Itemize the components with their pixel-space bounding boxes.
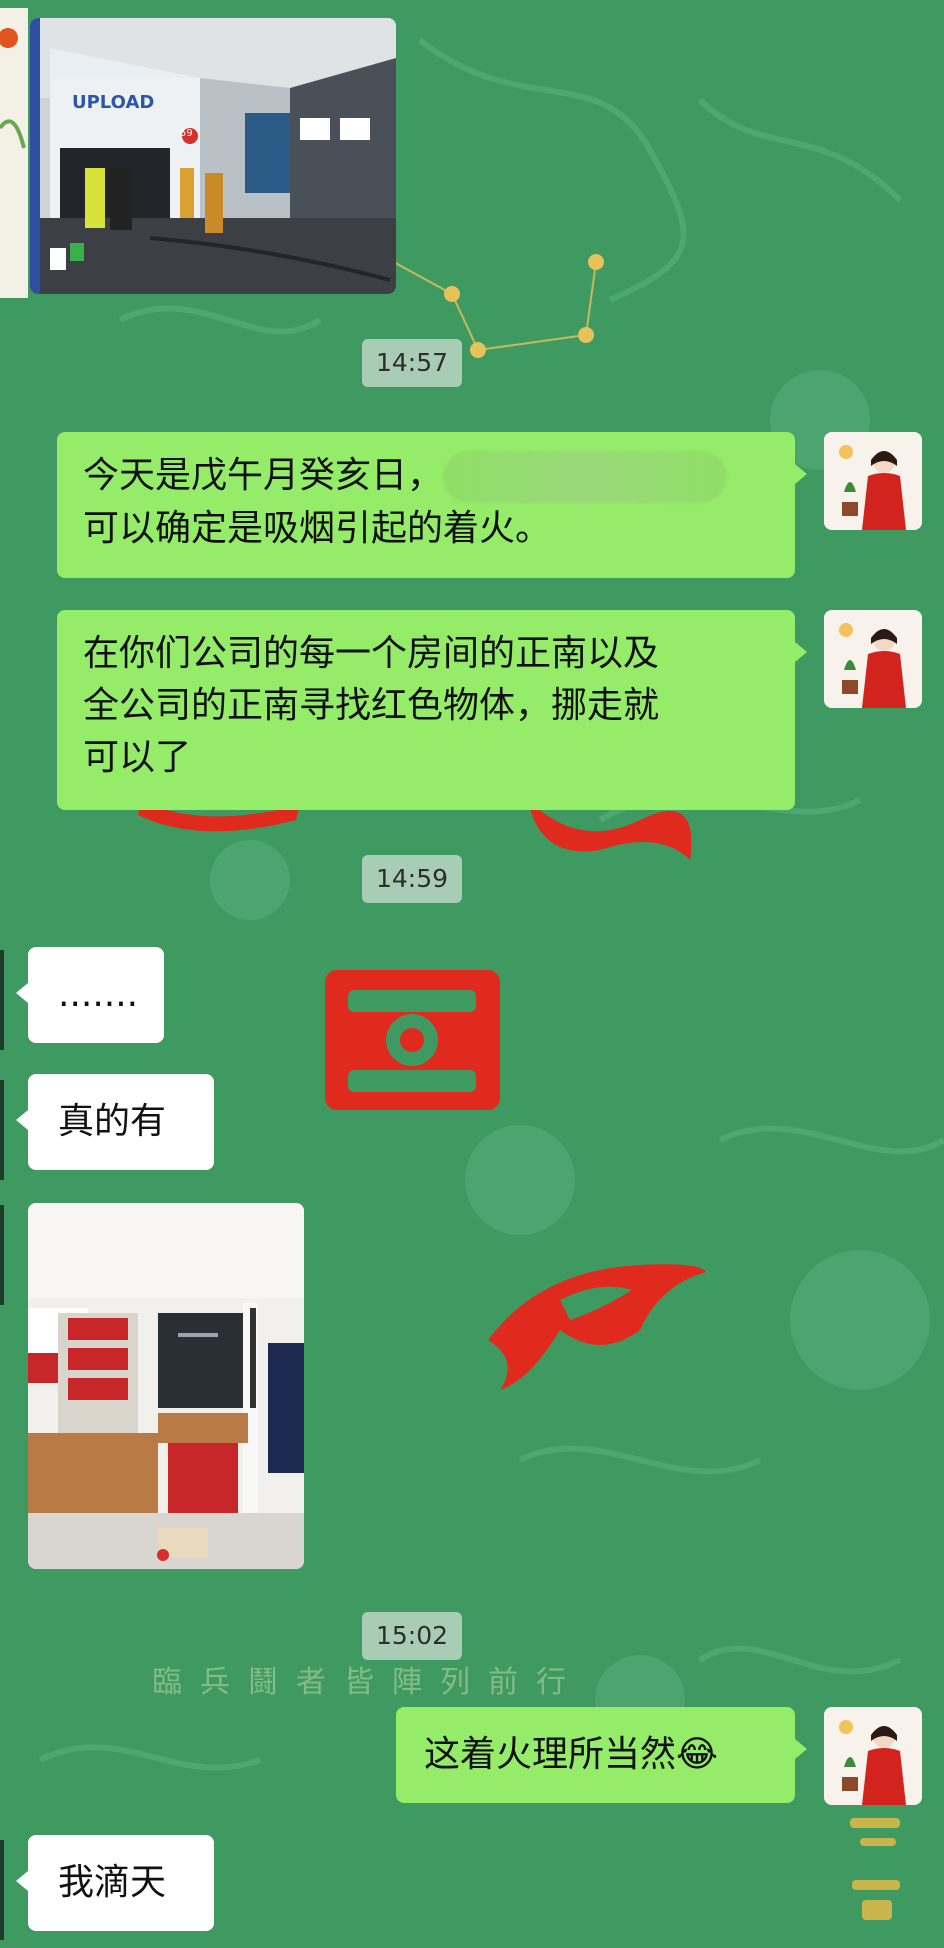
self-avatar[interactable] [824, 610, 922, 708]
message-text: ....... [58, 974, 139, 1015]
message-line: 全公司的正南寻找红色物体，挪走就 [83, 685, 660, 726]
sent-message-bubble[interactable]: 在你们公司的每一个房间的正南以及 全公司的正南寻找红色物体，挪走就 可以了 [57, 610, 807, 810]
timestamp: 14:59 [362, 855, 462, 903]
wallpaper-poem: 臨兵鬪者皆陣列前行 [152, 1665, 584, 1700]
received-message-bubble[interactable]: 我滴天 [16, 1835, 214, 1931]
shared-photo-warehouse[interactable] [28, 1203, 304, 1569]
self-avatar[interactable] [824, 432, 922, 530]
photo-fire-scene-image [30, 18, 396, 294]
message-line: 今天是戊午月癸亥日， [83, 450, 769, 503]
received-avatar-edge [0, 1840, 4, 1940]
received-avatar-edge [0, 1205, 4, 1305]
avatar-woman-in-red-icon [824, 432, 922, 530]
shared-photo-fire-scene[interactable]: UPLOAD 59 [30, 18, 396, 294]
message-text: 真的有 [58, 1101, 167, 1142]
message-text: 我滴天 [58, 1862, 167, 1903]
received-message-bubble[interactable]: 真的有 [16, 1074, 214, 1170]
message-text: 今天是戊午月癸亥日， [83, 455, 444, 496]
left-partial-image [0, 8, 28, 298]
received-avatar-edge [0, 1080, 4, 1180]
message-line: 在你们公司的每一个房间的正南以及 [83, 633, 660, 674]
badge-59: 59 [180, 128, 193, 139]
redacted-text-blur [443, 451, 728, 503]
avatar-woman-in-red-icon [824, 1707, 922, 1805]
sent-message-bubble[interactable]: 今天是戊午月癸亥日， 可以确定是吸烟引起的着火。 [57, 432, 807, 578]
message-text: 这着火理所当然😂 [424, 1734, 719, 1775]
received-avatar-edge [0, 950, 4, 1050]
photo-warehouse-image [28, 1203, 304, 1569]
decor-sticker-icon [0, 28, 26, 149]
avatar-woman-in-red-icon [824, 610, 922, 708]
received-message-bubble[interactable]: ....... [16, 947, 164, 1043]
sent-message-bubble[interactable]: 这着火理所当然😂 [396, 1707, 807, 1803]
message-line: 可以确定是吸烟引起的着火。 [83, 508, 552, 549]
timestamp: 15:02 [362, 1612, 462, 1660]
message-line: 可以了 [83, 737, 192, 778]
timestamp: 14:57 [362, 339, 462, 387]
self-avatar[interactable] [824, 1707, 922, 1805]
upload-sign: UPLOAD [72, 92, 155, 113]
